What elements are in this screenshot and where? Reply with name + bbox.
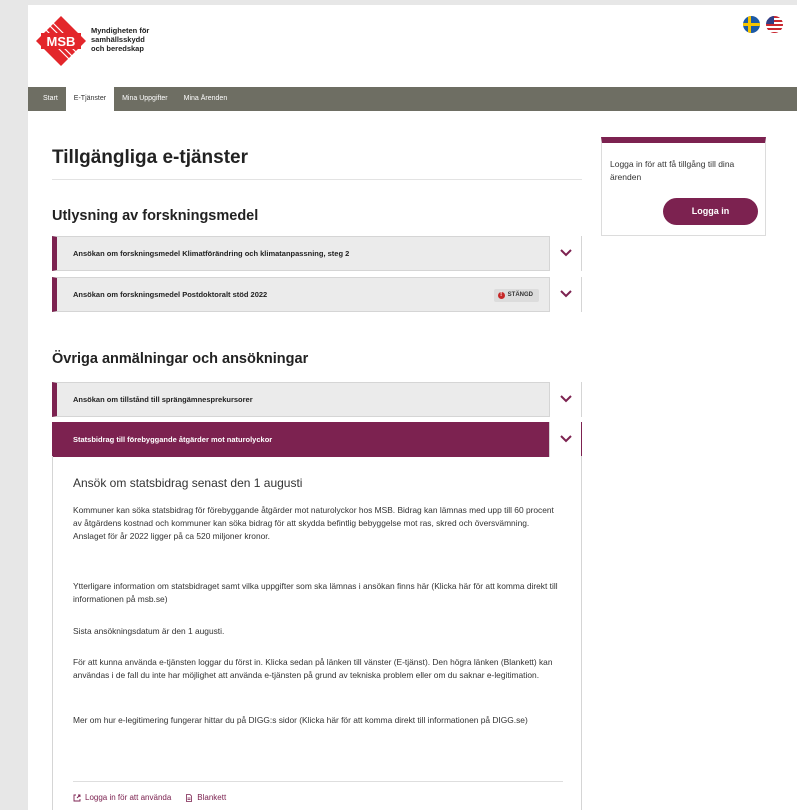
accordion-item-open[interactable]: Statsbidrag till förebyggande åtgärder m… [52, 422, 582, 457]
accordion-label: Ansökan om tillstånd till sprängämnespre… [73, 395, 253, 404]
accordion-label: Statsbidrag till förebyggande åtgärder m… [73, 435, 273, 444]
badge-label: STÄNGD [507, 292, 533, 298]
nav-item-start[interactable]: Start [35, 87, 66, 111]
form-link[interactable]: Blankett [185, 793, 226, 802]
swedish-flag-icon[interactable] [743, 16, 760, 33]
english-flag-icon[interactable] [766, 16, 783, 33]
login-card: Logga in för att få tillgång till dina ä… [601, 137, 766, 236]
panel-paragraph: Mer om hur e-legitimering fungerar hitta… [73, 715, 528, 725]
nav-item-mina-uppgifter[interactable]: Mina Uppgifter [114, 87, 176, 111]
chevron-down-icon [560, 290, 572, 298]
main-nav: Start E-Tjänster Mina Uppgifter Mina Äre… [28, 87, 797, 111]
external-link-icon [73, 794, 81, 801]
logo-text: MSB [47, 34, 76, 49]
header: MSB Myndigheten för samhällsskydd och be… [28, 5, 797, 80]
panel-paragraph: Sista ansökningsdatum är den 1 augusti. [73, 626, 225, 636]
page-title: Tillgängliga e-tjänster [52, 147, 249, 168]
panel-heading: Ansök om statsbidrag senast den 1 august… [73, 476, 303, 490]
panel-paragraph: För att kunna använda e-tjänsten loggar … [73, 657, 553, 680]
chevron-down-icon [560, 435, 572, 443]
status-badge: ! STÄNGD [493, 289, 539, 302]
panel-paragraph: Ytterligare information om statsbidraget… [73, 581, 558, 604]
login-button[interactable]: Logga in [663, 198, 758, 225]
agency-name-line: Myndigheten för [91, 26, 150, 35]
page: MSB Myndigheten för samhällsskydd och be… [28, 5, 797, 810]
panel-links: Logga in för att använda Blankett [73, 793, 226, 802]
login-card-text: Logga in för att få tillgång till dina ä… [610, 159, 735, 182]
accordion-label: Ansökan om forskningsmedel Postdoktoralt… [73, 290, 268, 299]
accordion-item[interactable]: Ansökan om forskningsmedel Postdoktoralt… [52, 277, 582, 312]
expand-button[interactable] [549, 236, 581, 271]
document-icon [186, 793, 193, 802]
nav-item-mina-arenden[interactable]: Mina Ärenden [176, 87, 236, 111]
accordion-item[interactable]: Ansökan om tillstånd till sprängämnespre… [52, 382, 582, 417]
collapse-button[interactable] [549, 422, 581, 457]
language-switcher [743, 16, 783, 33]
chevron-down-icon [560, 395, 572, 403]
alert-icon: ! [497, 292, 505, 299]
nav-item-e-tjanster[interactable]: E-Tjänster [65, 87, 115, 111]
panel-paragraph: Kommuner kan söka statsbidrag för föreby… [73, 505, 554, 541]
agency-name-line: och beredskap [91, 44, 144, 53]
accordion-item[interactable]: Ansökan om forskningsmedel Klimatförändr… [52, 236, 582, 271]
chevron-down-icon [560, 249, 572, 257]
expand-button[interactable] [549, 382, 581, 417]
divider [73, 781, 563, 782]
section-title: Utlysning av forskningsmedel [52, 208, 259, 224]
agency-name-line: samhällsskydd [91, 35, 145, 44]
login-to-use-link[interactable]: Logga in för att använda [73, 793, 171, 802]
section-title: Övriga anmälningar och ansökningar [52, 351, 309, 367]
msb-logo[interactable]: MSB [36, 16, 86, 66]
agency-name: Myndigheten för samhällsskydd och bereds… [91, 26, 149, 53]
accordion-panel: Ansök om statsbidrag senast den 1 august… [52, 456, 582, 810]
link-label: Logga in för att använda [85, 793, 172, 802]
expand-button[interactable] [549, 277, 581, 312]
link-label: Blankett [197, 793, 227, 802]
divider [52, 179, 582, 180]
accordion-label: Ansökan om forskningsmedel Klimatförändr… [73, 249, 350, 258]
